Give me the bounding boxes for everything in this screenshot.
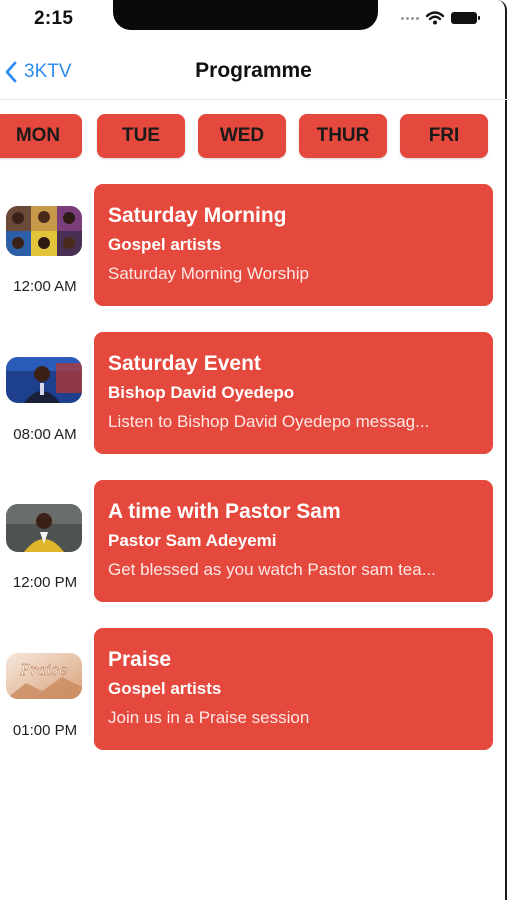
status-icons [401, 11, 480, 25]
programme-card[interactable]: Saturday Morning Gospel artists Saturday… [94, 184, 493, 306]
programme-title: Saturday Morning [108, 204, 287, 227]
tab-fri[interactable]: FRI [400, 114, 488, 158]
programme-title: Saturday Event [108, 352, 261, 375]
battery-icon [451, 12, 480, 24]
programme-description: Join us in a Praise session [108, 708, 310, 727]
programme-time: 08:00 AM [13, 426, 77, 443]
programme-host: Gospel artists [108, 679, 222, 698]
bishop-portrait-image [6, 357, 82, 403]
svg-text:Praise: Praise [19, 661, 68, 679]
programme-card[interactable]: Praise Gospel artists Join us in a Prais… [94, 628, 493, 750]
programme-host: Pastor Sam Adeyemi [108, 531, 277, 550]
programme-host: Gospel artists [108, 235, 222, 254]
tab-thur[interactable]: THUR [299, 114, 387, 158]
programme-card[interactable]: Saturday Event Bishop David Oyedepo List… [94, 332, 493, 454]
cellular-dots-icon [401, 16, 419, 20]
programme-host: Bishop David Oyedepo [108, 383, 295, 402]
programme-title: Praise [108, 648, 172, 671]
programme-time: 12:00 AM [13, 278, 77, 295]
tab-mon[interactable]: MON [0, 114, 82, 158]
navigation-bar: 3KTV Programme [0, 44, 507, 100]
tab-wed[interactable]: WED [198, 114, 286, 158]
wifi-icon [426, 11, 444, 25]
tab-tue[interactable]: TUE [97, 114, 185, 158]
programme-row: 08:00 AM Saturday Event Bishop David Oye… [0, 332, 507, 454]
page-title: Programme [195, 59, 312, 82]
status-bar: 2:15 [0, 0, 507, 38]
programme-card[interactable]: A time with Pastor Sam Pastor Sam Adeyem… [94, 480, 493, 602]
programme-row: 12:00 PM A time with Pastor Sam Pastor S… [0, 480, 507, 602]
programme-description: Saturday Morning Worship [108, 264, 309, 283]
programme-row: 12:00 AM Saturday Morning Gospel artists… [0, 184, 507, 306]
gospel-artists-collage-image [6, 206, 82, 256]
status-time: 2:15 [34, 8, 74, 29]
programme-title: A time with Pastor Sam [108, 500, 341, 523]
device-notch [113, 0, 378, 30]
programme-row: Praise 01:00 PM Praise Gospel artists Jo… [0, 628, 507, 750]
programme-time: 01:00 PM [12, 722, 78, 739]
programme-description: Listen to Bishop David Oyedepo messag... [108, 412, 430, 431]
praise-graphic-image: Praise [6, 653, 82, 699]
programme-description: Get blessed as you watch Pastor sam tea.… [108, 560, 436, 579]
pastor-portrait-image [6, 504, 82, 552]
day-tabs: MON TUE WED THUR FRI [0, 114, 507, 160]
programme-time: 12:00 PM [12, 574, 78, 591]
